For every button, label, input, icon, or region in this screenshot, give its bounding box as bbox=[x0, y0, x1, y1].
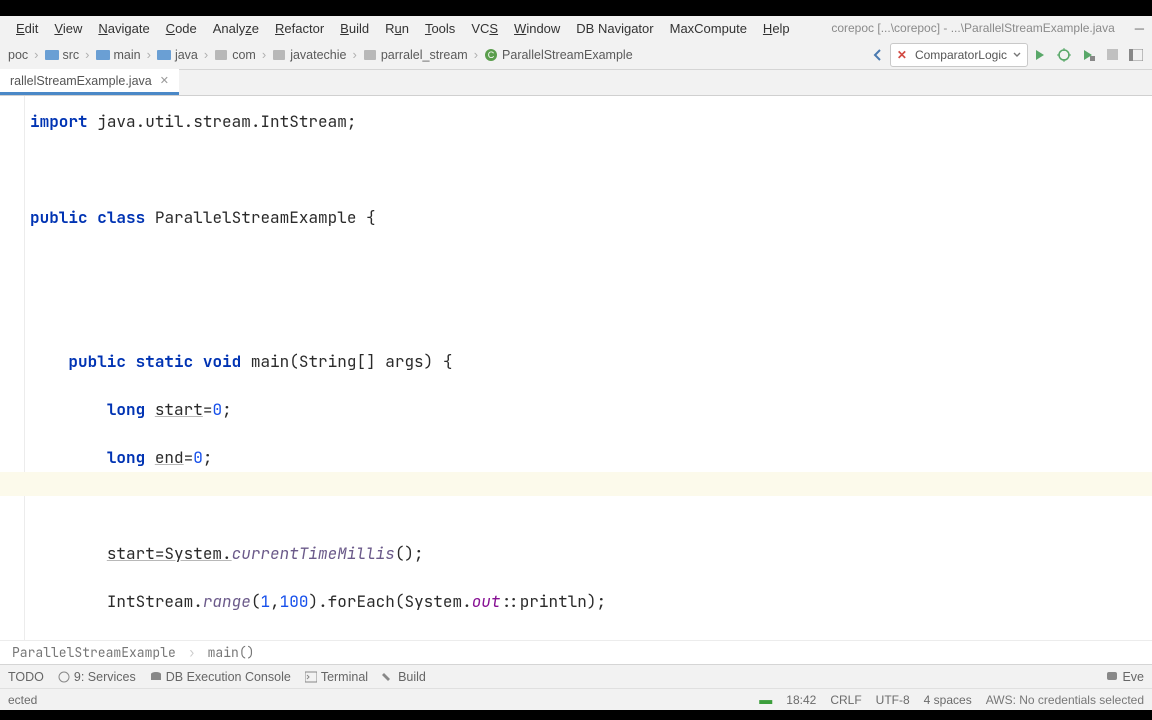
crumb-javatechie[interactable]: javatechie bbox=[268, 48, 350, 62]
chevron-right-icon: › bbox=[260, 47, 268, 62]
chevron-right-icon: › bbox=[351, 47, 359, 62]
code-editor[interactable]: import java.util.stream.IntStream; publi… bbox=[0, 96, 1152, 664]
caret-position[interactable]: 18:42 bbox=[786, 693, 816, 707]
menu-build[interactable]: Build bbox=[332, 19, 377, 38]
toolwin-dbexec[interactable]: DB Execution Console bbox=[150, 670, 291, 684]
menu-run[interactable]: Run bbox=[377, 19, 417, 38]
chevron-right-icon: › bbox=[188, 641, 196, 665]
window-title: corepoc [...\corepoc] - ...\ParallelStre… bbox=[831, 21, 1114, 35]
menu-analyze[interactable]: Analyze bbox=[205, 19, 267, 38]
crumb-class[interactable]: CParallelStreamExample bbox=[480, 48, 637, 62]
chevron-right-icon: › bbox=[202, 47, 210, 62]
package-icon bbox=[214, 49, 228, 61]
database-icon bbox=[150, 671, 162, 683]
encoding[interactable]: UTF-8 bbox=[876, 693, 910, 707]
toolwin-services[interactable]: 9: Services bbox=[58, 670, 136, 684]
debug-button[interactable] bbox=[1052, 43, 1076, 67]
file-tab[interactable]: rallelStreamExample.java ✕ bbox=[0, 69, 179, 95]
menu-refactor[interactable]: Refactor bbox=[267, 19, 332, 38]
code-content: import java.util.stream.IntStream; publi… bbox=[30, 110, 1152, 664]
crumb-main[interactable]: main bbox=[92, 48, 145, 62]
menu-edit[interactable]: Edit bbox=[8, 19, 46, 38]
toolwin-eventlog[interactable]: Eve bbox=[1106, 670, 1144, 684]
menu-tools[interactable]: Tools bbox=[417, 19, 463, 38]
chevron-right-icon: › bbox=[83, 47, 91, 62]
menu-dbnav[interactable]: DB Navigator bbox=[568, 19, 661, 38]
crumb-com[interactable]: com bbox=[210, 48, 260, 62]
pass-icon: ▬ bbox=[759, 692, 772, 707]
crumb-package[interactable]: parralel_stream bbox=[359, 48, 472, 62]
folder-icon bbox=[45, 49, 59, 61]
menu-window[interactable]: Window bbox=[506, 19, 568, 38]
toolwin-terminal[interactable]: Terminal bbox=[305, 670, 368, 684]
menu-vcs[interactable]: VCS bbox=[463, 19, 506, 38]
editor-crumb-method[interactable]: main() bbox=[208, 641, 255, 665]
menu-code[interactable]: Code bbox=[158, 19, 205, 38]
svg-text:C: C bbox=[488, 50, 495, 60]
editor-crumb-class[interactable]: ParallelStreamExample bbox=[12, 641, 176, 665]
balloon-icon bbox=[1106, 671, 1118, 683]
package-icon bbox=[272, 49, 286, 61]
run-button[interactable] bbox=[1028, 43, 1052, 67]
crumb-java[interactable]: java bbox=[153, 48, 202, 62]
run-config-label: ComparatorLogic bbox=[915, 48, 1007, 62]
stop-button[interactable] bbox=[1100, 43, 1124, 67]
menu-view[interactable]: View bbox=[46, 19, 90, 38]
file-tab-label: rallelStreamExample.java bbox=[10, 74, 152, 88]
hammer-icon bbox=[382, 671, 394, 683]
folder-icon bbox=[157, 49, 171, 61]
close-icon: ✕ bbox=[897, 48, 907, 62]
layout-button[interactable] bbox=[1124, 43, 1148, 67]
run-coverage-button[interactable] bbox=[1076, 43, 1100, 67]
minimize-button[interactable]: ─ bbox=[1135, 21, 1144, 36]
chevron-down-icon bbox=[1013, 52, 1021, 58]
services-icon bbox=[58, 671, 70, 683]
back-icon[interactable] bbox=[866, 43, 890, 67]
crumb-project[interactable]: poc bbox=[4, 48, 32, 62]
terminal-icon bbox=[305, 671, 317, 683]
menu-maxcompute[interactable]: MaxCompute bbox=[662, 19, 755, 38]
menu-navigate[interactable]: Navigate bbox=[90, 19, 157, 38]
chevron-right-icon: › bbox=[472, 47, 480, 62]
class-icon: C bbox=[484, 48, 498, 62]
crumb-src[interactable]: src bbox=[41, 48, 84, 62]
toolwin-build[interactable]: Build bbox=[382, 670, 426, 684]
chevron-right-icon: › bbox=[145, 47, 153, 62]
folder-icon bbox=[96, 49, 110, 61]
chevron-right-icon: › bbox=[32, 47, 40, 62]
menu-help[interactable]: Help bbox=[755, 19, 798, 38]
run-config-dropdown[interactable]: ✕ ComparatorLogic bbox=[890, 43, 1028, 67]
toolwin-todo[interactable]: TODO bbox=[8, 670, 44, 684]
status-left: ected bbox=[8, 693, 37, 707]
package-icon bbox=[363, 49, 377, 61]
line-sep[interactable]: CRLF bbox=[830, 693, 861, 707]
aws-status[interactable]: AWS: No credentials selected bbox=[986, 693, 1144, 707]
indent[interactable]: 4 spaces bbox=[924, 693, 972, 707]
close-tab-icon[interactable]: ✕ bbox=[160, 74, 169, 87]
